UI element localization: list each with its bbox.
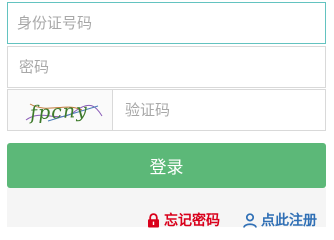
register-label: 点此注册: [261, 213, 317, 229]
login-button[interactable]: 登录: [7, 143, 326, 188]
captcha-input[interactable]: [113, 90, 325, 130]
register-link[interactable]: 点此注册: [243, 210, 317, 230]
captcha-text: fpcny: [27, 100, 88, 125]
captcha-field[interactable]: fpcny: [7, 89, 326, 131]
password-input[interactable]: [8, 47, 325, 87]
lock-icon: [148, 212, 159, 227]
password-field[interactable]: [7, 46, 326, 88]
id-number-input[interactable]: [8, 3, 325, 43]
captcha-image[interactable]: fpcny: [8, 90, 113, 130]
user-icon: [243, 212, 257, 228]
id-number-field[interactable]: [7, 2, 326, 44]
forgot-password-link[interactable]: 忘记密码: [147, 210, 220, 230]
forgot-password-label: 忘记密码: [164, 213, 220, 229]
captcha-graphic: fpcny: [25, 100, 103, 125]
